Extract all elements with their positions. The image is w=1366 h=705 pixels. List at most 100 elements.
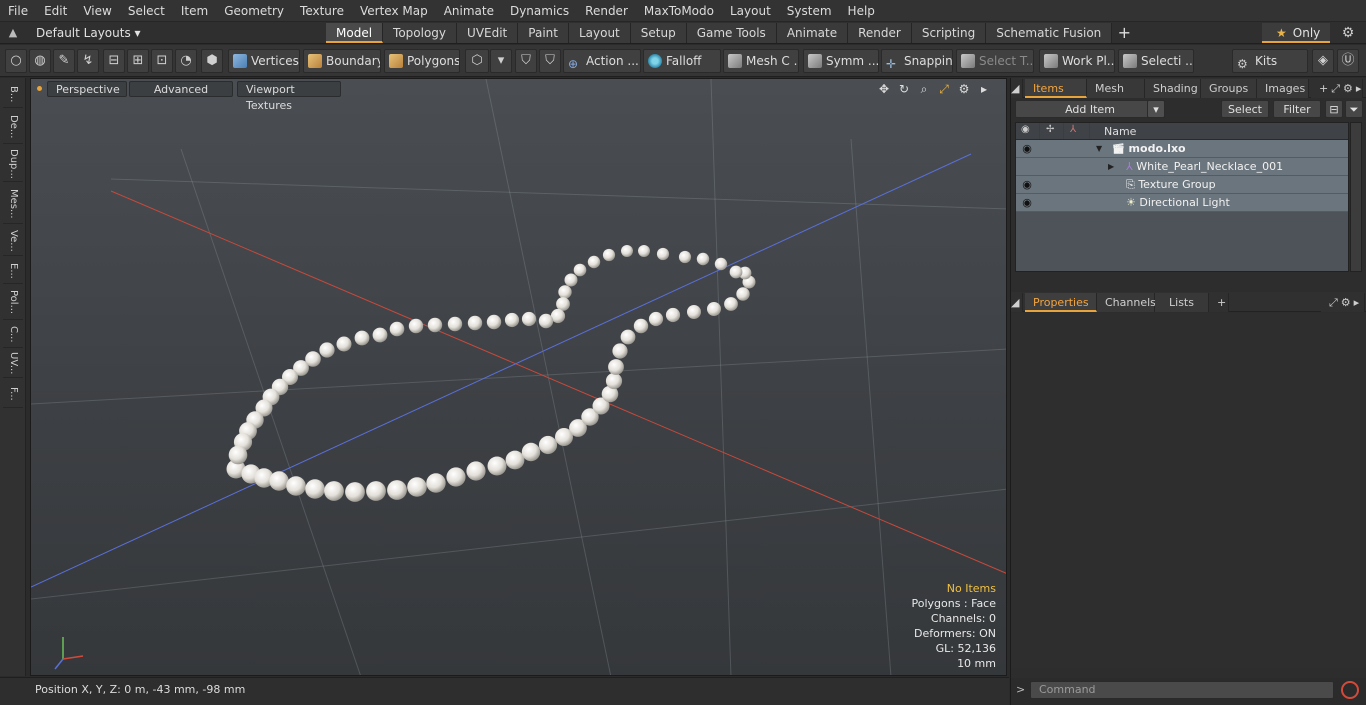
tab-mesh[interactable]: Mesh ...: [1087, 79, 1145, 114]
add-item-chevron-icon[interactable]: ▾: [1147, 100, 1165, 118]
select-button[interactable]: Select: [1221, 100, 1269, 118]
circle-select-icon[interactable]: ○: [5, 49, 27, 73]
advanced-button[interactable]: Advanced: [129, 81, 233, 97]
falloff-button[interactable]: Falloff: [643, 49, 721, 73]
tab-lists[interactable]: Lists: [1155, 293, 1209, 312]
menu-animate[interactable]: Animate: [436, 0, 502, 22]
action-center-button[interactable]: ⊕ Action ...: [563, 49, 641, 73]
tab-channels[interactable]: Channels: [1097, 293, 1156, 312]
properties-controls-icons[interactable]: ⤢⚙▸: [1321, 293, 1365, 312]
mesh-constraint-button[interactable]: Mesh C ...: [723, 49, 799, 73]
menu-select[interactable]: Select: [120, 0, 173, 22]
menu-vertex-map[interactable]: Vertex Map: [352, 0, 436, 22]
fit-icon[interactable]: ⤢: [936, 81, 952, 97]
menu-maxtomodo[interactable]: MaxToModo: [636, 0, 722, 22]
zoom-icon[interactable]: ⌕: [916, 81, 932, 97]
3d-viewport[interactable]: Perspective Advanced Viewport Textures ✥…: [30, 78, 1007, 676]
strip-tab-uv[interactable]: UV...: [3, 350, 23, 378]
filter-button[interactable]: Filter: [1273, 100, 1321, 118]
work-plane-button[interactable]: Work Pl...: [1039, 49, 1115, 73]
tab-shading[interactable]: Shading: [1145, 79, 1201, 98]
strip-tab-deform[interactable]: De...: [3, 110, 23, 144]
viewport-textures-button[interactable]: Viewport Textures: [237, 81, 341, 112]
snapping-button[interactable]: ✛ Snapping: [881, 49, 953, 73]
tab-paint[interactable]: Paint: [518, 23, 569, 43]
collapse-icon[interactable]: ⊟: [1325, 100, 1343, 118]
orbit-icon[interactable]: ↻: [896, 81, 912, 97]
menu-file[interactable]: File: [0, 0, 36, 22]
tab-properties[interactable]: Properties: [1025, 293, 1097, 312]
perspective-button[interactable]: Perspective: [47, 81, 127, 97]
layout-arrow-icon[interactable]: ▲: [6, 26, 20, 40]
funnel-icon[interactable]: ⏷: [1345, 100, 1363, 118]
items-scrollbar[interactable]: [1350, 122, 1362, 272]
list-item[interactable]: ◉ ⎘ Texture Group: [1016, 176, 1348, 194]
chevron-down-icon[interactable]: ▾: [490, 49, 512, 73]
tab-topology[interactable]: Topology: [383, 23, 458, 43]
strip-tab-vertex[interactable]: Ve...: [3, 226, 23, 256]
tab-scripting[interactable]: Scripting: [911, 23, 987, 43]
eye-icon[interactable]: ◉: [1020, 140, 1034, 158]
strip-tab-mesh-edit[interactable]: Mes...: [3, 184, 23, 224]
menu-system[interactable]: System: [779, 0, 840, 22]
boundary-button[interactable]: Boundary: [303, 49, 381, 73]
pen-icon[interactable]: ✎: [53, 49, 75, 73]
symmetry-shield-icon[interactable]: ⛉: [539, 49, 561, 73]
visibility-column-icon[interactable]: ◉: [1016, 123, 1040, 139]
tab-render[interactable]: Render: [848, 23, 912, 43]
menu-item[interactable]: Item: [173, 0, 216, 22]
viewport-gear-icon[interactable]: ⚙: [956, 81, 972, 97]
snap-shield-icon[interactable]: ⛉: [515, 49, 537, 73]
panel-corner-icon[interactable]: ◢: [1011, 79, 1023, 98]
panel-controls-icons[interactable]: +⤢⚙▸: [1311, 79, 1363, 98]
lock-column-icon[interactable]: ✢: [1040, 123, 1064, 139]
expand-triangle-icon[interactable]: ▼: [1096, 140, 1102, 158]
viewport-scene[interactable]: [31, 79, 1007, 676]
menu-help[interactable]: Help: [840, 0, 883, 22]
strip-tab-polygon[interactable]: Pol...: [3, 286, 23, 320]
tab-groups[interactable]: Groups: [1201, 79, 1257, 98]
material-mode-icon[interactable]: ⬡: [465, 49, 489, 73]
strip-tab-basic[interactable]: B...: [3, 82, 23, 108]
list-item[interactable]: ◉ ☀ Directional Light: [1016, 194, 1348, 212]
rotate-icon[interactable]: ◔: [175, 49, 197, 73]
globe-icon[interactable]: ◍: [29, 49, 51, 73]
name-column-header[interactable]: Name: [1104, 123, 1136, 140]
add-tab-button[interactable]: +: [1112, 23, 1136, 43]
command-input[interactable]: Command: [1030, 681, 1334, 699]
polygons-button[interactable]: Polygons: [384, 49, 460, 73]
frame-icon[interactable]: ⊡: [151, 49, 173, 73]
tab-layout[interactable]: Layout: [568, 23, 631, 43]
viewport-menu-arrow-icon[interactable]: ▸: [976, 81, 992, 97]
menu-texture[interactable]: Texture: [292, 0, 352, 22]
select-through-button[interactable]: Select T...: [956, 49, 1034, 73]
list-item[interactable]: ◉ ▼ 🎬︎ modo.lxo: [1016, 140, 1348, 158]
tab-model[interactable]: Model: [326, 23, 384, 43]
strip-tab-fusion[interactable]: F...: [3, 380, 23, 408]
tab-items[interactable]: Items: [1025, 79, 1087, 98]
only-toggle[interactable]: ★ Only: [1262, 23, 1330, 43]
symmetry-button[interactable]: Symm ...: [803, 49, 879, 73]
align-icon[interactable]: ⊟: [103, 49, 125, 73]
strip-tab-curve[interactable]: C...: [3, 322, 23, 348]
menu-edit[interactable]: Edit: [36, 0, 75, 22]
tab-schematic-fusion[interactable]: Schematic Fusion: [986, 23, 1113, 43]
brush-icon[interactable]: ↯: [77, 49, 99, 73]
tab-images[interactable]: Images: [1257, 79, 1309, 98]
item-mode-icon[interactable]: ⬢: [201, 49, 223, 73]
add-properties-tab-button[interactable]: +: [1209, 293, 1229, 312]
menu-layout[interactable]: Layout: [722, 0, 779, 22]
tab-uvedit[interactable]: UVEdit: [457, 23, 519, 43]
menu-view[interactable]: View: [75, 0, 119, 22]
menu-dynamics[interactable]: Dynamics: [502, 0, 577, 22]
strip-tab-edge[interactable]: E...: [3, 258, 23, 284]
pan-icon[interactable]: ✥: [876, 81, 892, 97]
menu-render[interactable]: Render: [577, 0, 636, 22]
collapse-triangle-icon[interactable]: ▶: [1108, 158, 1114, 176]
eye-icon[interactable]: ◉: [1020, 194, 1034, 212]
add-item-button[interactable]: Add Item: [1015, 100, 1165, 118]
list-item[interactable]: ▶ ⅄ White_Pearl_Necklace_001: [1016, 158, 1348, 176]
tab-setup[interactable]: Setup: [630, 23, 687, 43]
kits-button[interactable]: ⚙ Kits: [1232, 49, 1308, 73]
selection-sets-button[interactable]: Selecti ...: [1118, 49, 1194, 73]
